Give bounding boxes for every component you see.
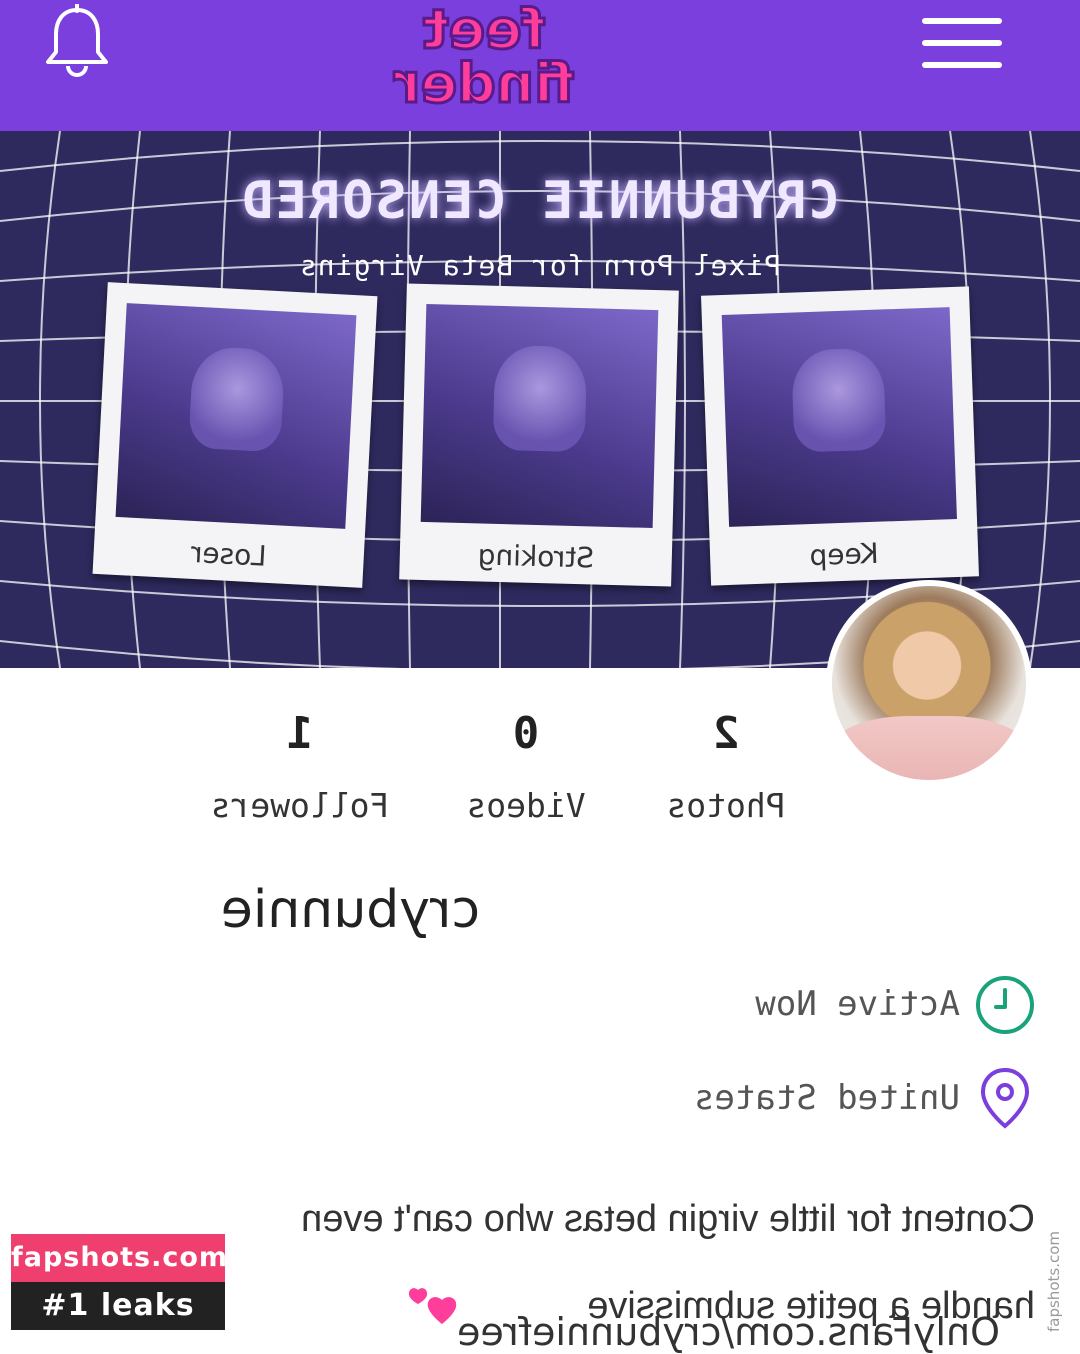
stat-videos-label[interactable]: Videos [426, 786, 626, 825]
polaroid-stroking: Stroking [399, 283, 679, 587]
watermark-tagline: #1 leaks [11, 1282, 225, 1330]
polaroid-photo [721, 307, 957, 527]
clock-icon [976, 976, 1034, 1034]
polaroid-photo [115, 303, 357, 529]
status-text: Active Now [755, 984, 960, 1024]
hamburger-menu-icon[interactable] [922, 18, 1004, 70]
banner-subtitle: Pixel Porn for Beta Virgins [298, 249, 782, 282]
stat-photos-label[interactable]: Photos [626, 786, 826, 825]
side-watermark: fapshots.com [1042, 1165, 1066, 1341]
polaroid-loser: Loser [92, 282, 378, 588]
profile-username: crybunnie [220, 880, 480, 940]
polaroid-caption: Stroking [477, 538, 595, 575]
profile-stats: 2 Photos 0 Videos 1 Followers [0, 700, 1080, 840]
stat-followers-count: 1 [286, 708, 314, 759]
side-watermark-text: fapshots.com [1045, 1231, 1063, 1332]
stat-followers-label[interactable]: Followers [200, 786, 400, 825]
bell-icon[interactable] [44, 4, 110, 80]
stat-photos-count: 2 [712, 708, 740, 759]
polaroid-photo [420, 304, 659, 529]
status-row: Active Now [690, 974, 1040, 1036]
location-text: United States [693, 1078, 960, 1118]
logo-line2: finder [393, 52, 574, 112]
location-row: United States [660, 1066, 1040, 1129]
polaroid-caption: Loser [190, 535, 268, 573]
stat-videos-count: 0 [512, 708, 540, 759]
feetfinder-logo[interactable]: feet finder [372, 0, 596, 112]
polaroid-keep: Keep [701, 286, 979, 586]
location-pin-icon [980, 1067, 1030, 1129]
polaroid-caption: Keep [808, 536, 880, 573]
banner-title: CRYBUNNIE CENSORED [240, 171, 840, 231]
top-bar: feet finder [0, 0, 1080, 131]
watermark-site: fapshots.com [11, 1234, 227, 1282]
